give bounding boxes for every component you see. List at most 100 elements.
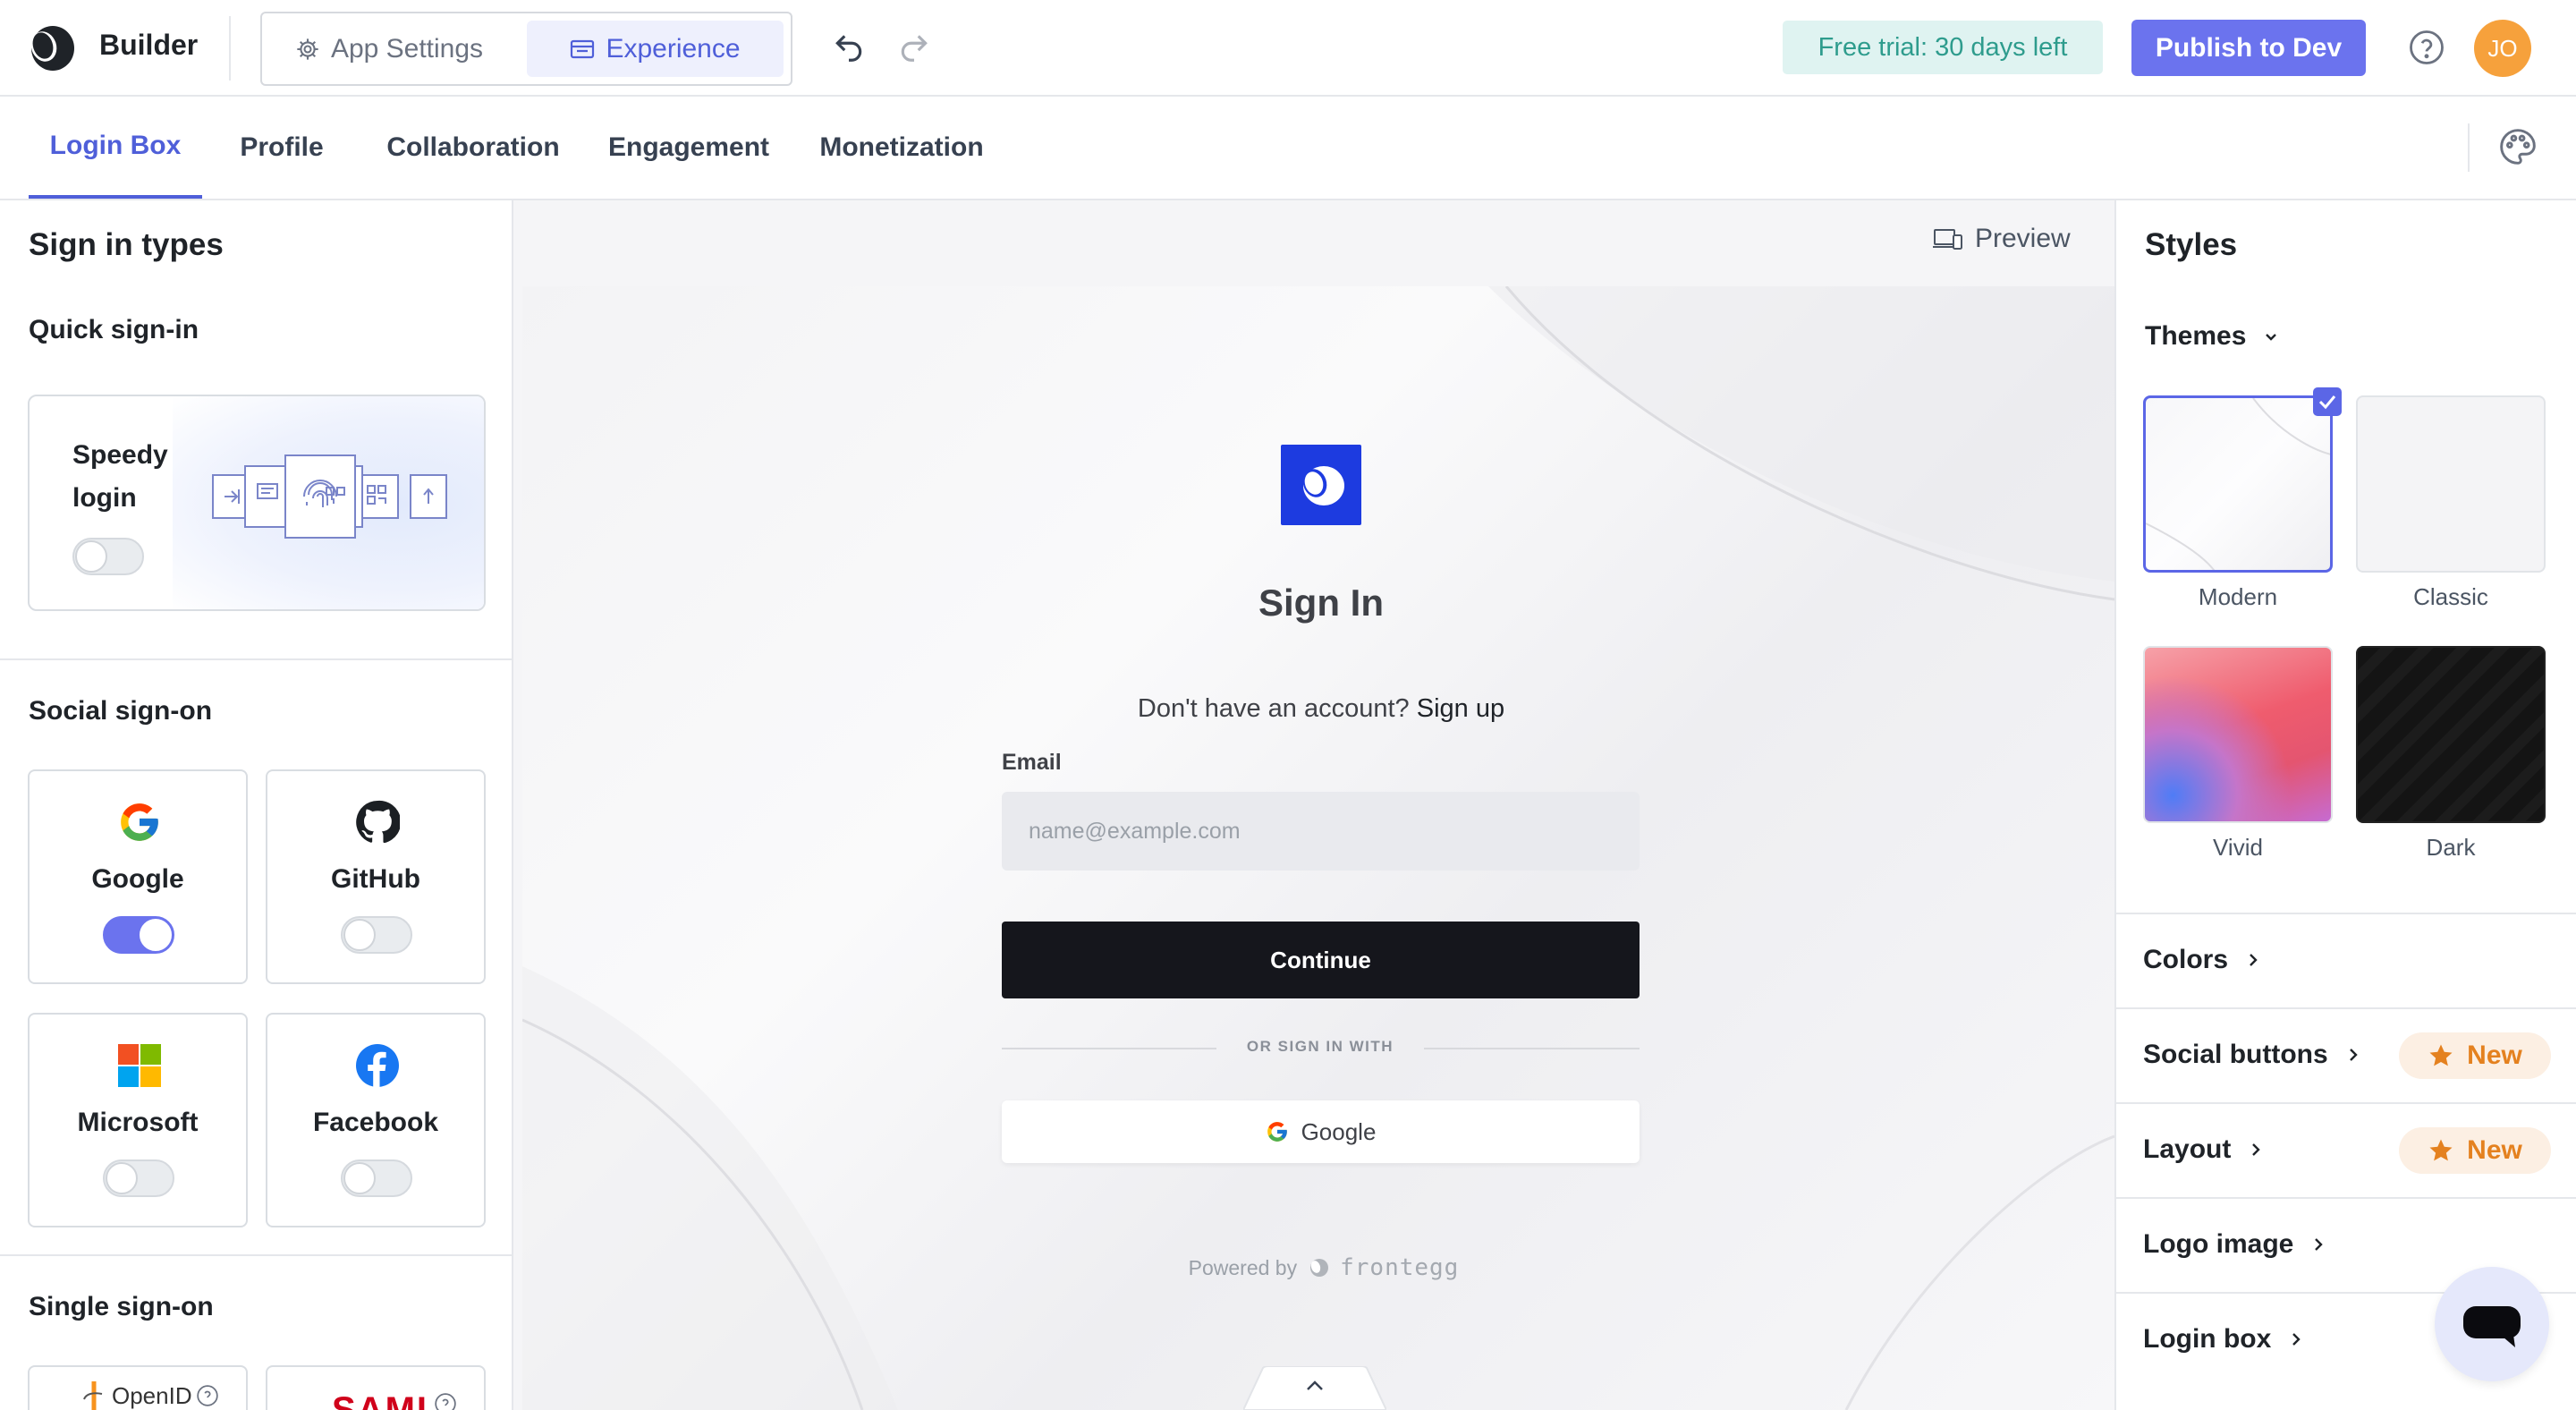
saml-provider-card[interactable]: SAML — [266, 1365, 486, 1410]
email-label: Email — [1002, 750, 1062, 775]
logo-image-label: Logo image — [2143, 1229, 2294, 1259]
github-provider-card[interactable]: GitHub — [266, 769, 486, 984]
chat-icon — [2463, 1306, 2521, 1347]
tab-engagement[interactable]: Engagement — [599, 97, 778, 199]
theme-modern-label: Modern — [2198, 583, 2278, 610]
google-button-label: Google — [1301, 1117, 1377, 1145]
theme-classic[interactable] — [2356, 395, 2546, 573]
saml-logo: SAML — [332, 1390, 441, 1410]
google-sign-in-button[interactable]: Google — [1002, 1100, 1640, 1163]
star-icon — [2429, 1139, 2453, 1161]
social-buttons-row[interactable]: Social buttons New — [2114, 1007, 2576, 1102]
divider — [0, 658, 512, 660]
chevron-right-icon — [2315, 1238, 2324, 1251]
section-tabs: Login Box Profile Collaboration Engageme… — [0, 97, 2576, 200]
speedy-login-label: Speedy login — [72, 440, 168, 513]
google-provider-card[interactable]: Google — [28, 769, 248, 984]
window-icon — [570, 38, 595, 60]
single-sign-on-heading: Single sign-on — [29, 1292, 214, 1321]
signup-prompt-text: Don't have an account? — [1137, 694, 1410, 723]
theme-dark[interactable] — [2356, 646, 2546, 823]
top-bar: Builder App Settings Experience Free tri… — [0, 0, 2576, 97]
chevron-down-icon — [2266, 334, 2277, 341]
github-toggle[interactable] — [341, 916, 412, 954]
palette-icon[interactable] — [2498, 127, 2538, 166]
theme-modern[interactable] — [2143, 395, 2333, 573]
app-settings-tab[interactable]: App Settings — [269, 21, 509, 77]
undo-icon[interactable] — [832, 30, 866, 64]
check-icon — [2313, 387, 2342, 416]
help-icon[interactable] — [2408, 29, 2445, 66]
gear-icon — [295, 37, 320, 62]
powered-brand: frontegg — [1340, 1254, 1460, 1281]
divider — [0, 1254, 512, 1256]
layout-label: Layout — [2143, 1134, 2232, 1164]
trial-badge[interactable]: Free trial: 30 days left — [1783, 21, 2103, 74]
help-icon — [435, 1393, 456, 1410]
chat-launcher[interactable] — [2435, 1267, 2549, 1381]
theme-vivid-label: Vivid — [2213, 834, 2263, 861]
tab-profile[interactable]: Profile — [225, 97, 338, 199]
app-logo — [1281, 445, 1361, 525]
preview-button[interactable]: Preview — [1932, 224, 2071, 254]
redo-icon[interactable] — [897, 30, 931, 64]
help-icon — [196, 1385, 218, 1406]
microsoft-icon — [117, 1043, 162, 1088]
theme-vivid[interactable] — [2143, 646, 2333, 823]
openid-provider-card[interactable]: OpenID — [28, 1365, 248, 1410]
or-sign-in-with-text: OR SIGN IN WITH — [1246, 1038, 1394, 1055]
google-icon — [117, 800, 162, 845]
chevron-right-icon — [2252, 1143, 2261, 1156]
themes-toggle[interactable]: Themes — [2145, 321, 2280, 352]
theme-dark-label: Dark — [2426, 834, 2476, 861]
avatar[interactable]: JO — [2474, 20, 2531, 77]
new-badge-text: New — [2467, 1041, 2522, 1070]
tab-monetization[interactable]: Monetization — [807, 97, 996, 199]
new-badge: New — [2399, 1032, 2551, 1079]
signup-prompt: Don't have an account? Sign up — [1002, 694, 1640, 724]
microsoft-toggle[interactable] — [103, 1159, 174, 1197]
sign-in-types-panel: Sign in types Quick sign-in Speedy login — [0, 200, 513, 1410]
styles-title: Styles — [2145, 227, 2238, 262]
divider — [229, 16, 231, 81]
login-box-label: Login box — [2143, 1324, 2272, 1354]
experience-label: Experience — [606, 33, 741, 64]
frontegg-logo-icon[interactable] — [25, 23, 75, 72]
chevron-right-icon — [2292, 1333, 2301, 1346]
sign-in-title: Sign In — [1258, 582, 1384, 624]
experience-tab[interactable]: Experience — [527, 21, 784, 77]
themes-label: Themes — [2145, 321, 2247, 351]
microsoft-provider-card[interactable]: Microsoft — [28, 1013, 248, 1227]
google-toggle[interactable] — [103, 916, 174, 954]
openid-logo: OpenID — [81, 1380, 219, 1410]
star-icon — [2429, 1044, 2453, 1066]
chevron-right-icon — [2250, 954, 2258, 966]
email-field[interactable] — [1002, 792, 1640, 871]
github-label: GitHub — [331, 864, 420, 894]
theme-classic-label: Classic — [2413, 583, 2488, 610]
openid-icon — [83, 1381, 103, 1410]
powered-by: Powered by frontegg — [1163, 1254, 1485, 1281]
layout-row[interactable]: Layout New — [2114, 1102, 2576, 1197]
powered-by-text: Powered by — [1188, 1255, 1298, 1279]
facebook-provider-card[interactable]: Facebook — [266, 1013, 486, 1227]
continue-button[interactable]: Continue — [1002, 922, 1640, 998]
quick-sign-in-heading: Quick sign-in — [29, 315, 199, 344]
preview-label: Preview — [1975, 224, 2071, 253]
google-icon — [1266, 1120, 1289, 1143]
tab-collaboration[interactable]: Collaboration — [376, 97, 571, 199]
colors-row[interactable]: Colors — [2114, 913, 2576, 1007]
divider — [2468, 123, 2470, 172]
frontegg-logo-icon — [1308, 1257, 1329, 1278]
facebook-icon — [355, 1043, 400, 1088]
collapse-handle[interactable] — [1243, 1366, 1386, 1410]
speedy-login-card[interactable]: Speedy login — [28, 395, 486, 611]
social-buttons-label: Social buttons — [2143, 1040, 2328, 1069]
social-sign-on-heading: Social sign-on — [29, 696, 213, 726]
publish-button[interactable]: Publish to Dev — [2131, 20, 2366, 76]
speedy-login-toggle[interactable] — [72, 538, 144, 575]
signup-link[interactable]: Sign up — [1417, 694, 1504, 723]
tab-login-box[interactable]: Login Box — [29, 97, 202, 199]
facebook-toggle[interactable] — [341, 1159, 412, 1197]
devices-icon — [1932, 227, 1962, 251]
